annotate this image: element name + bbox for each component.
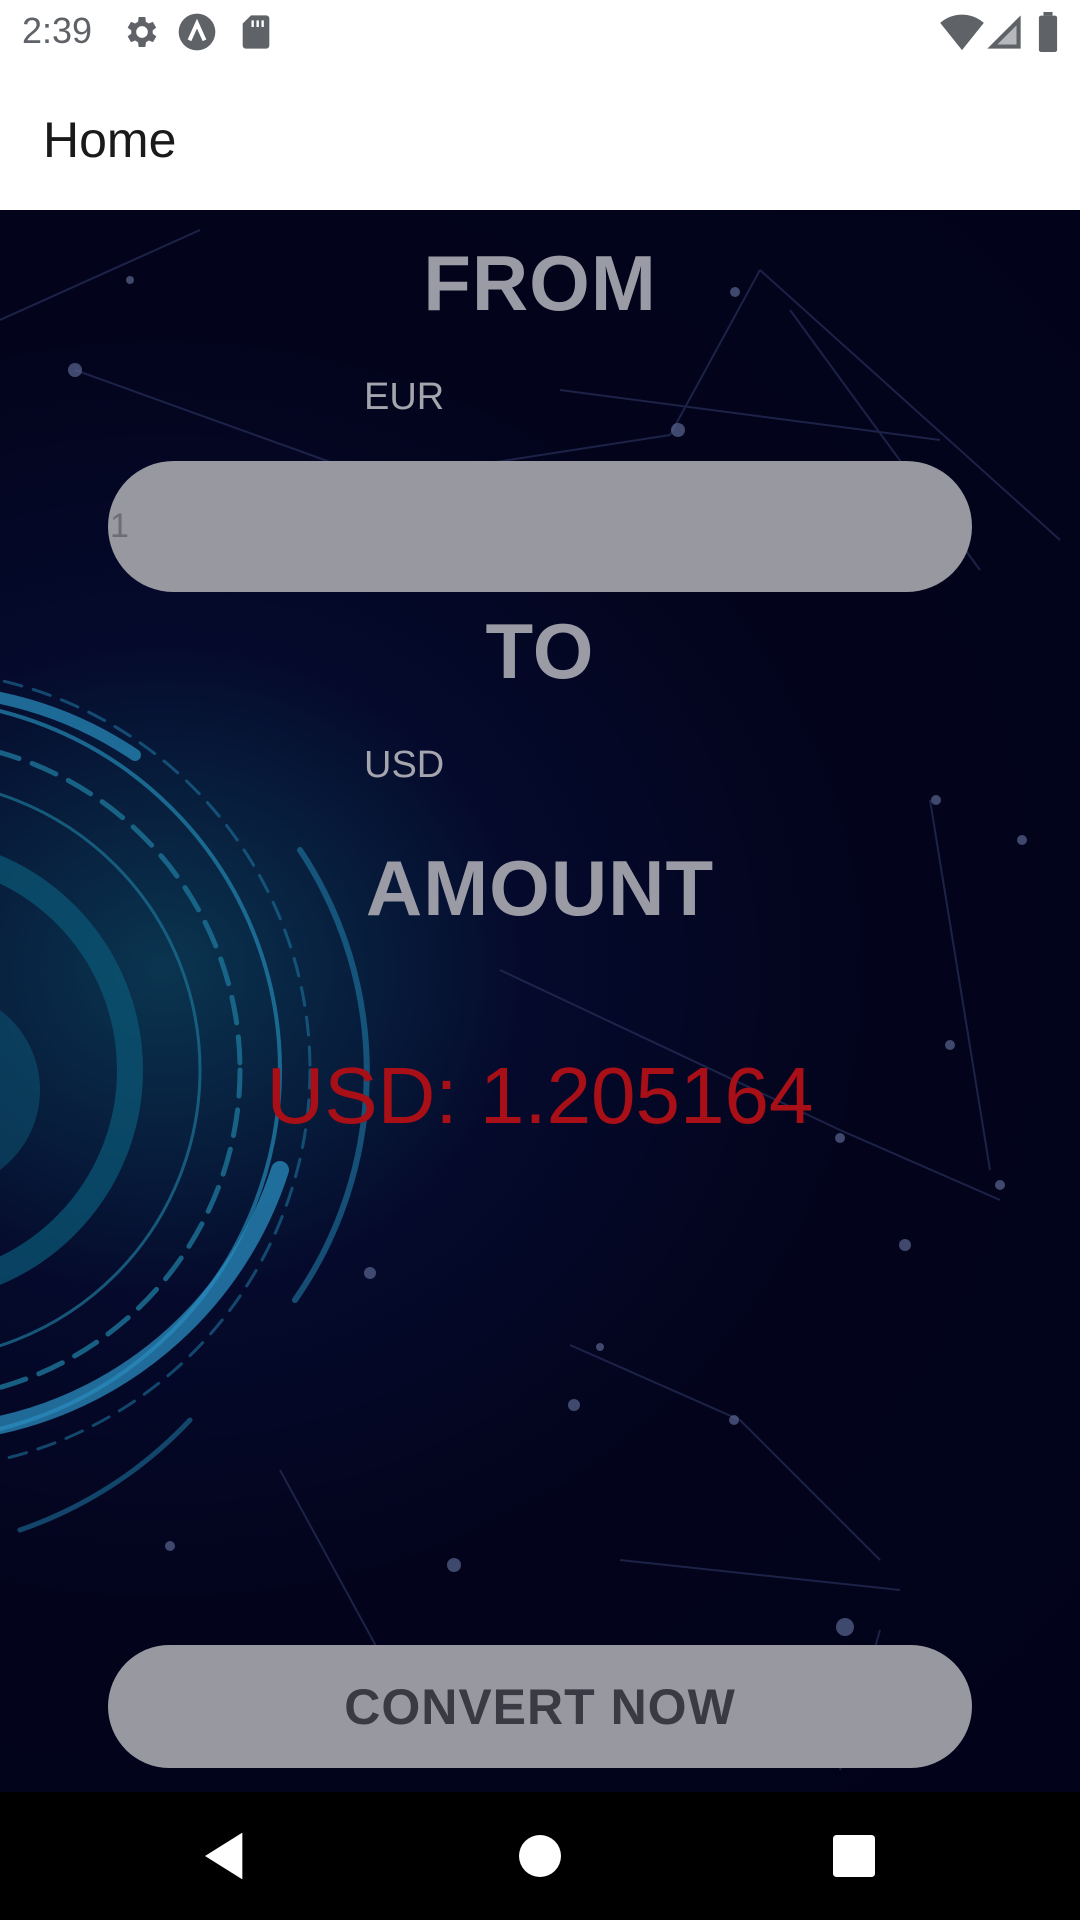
battery-icon (1036, 12, 1076, 52)
cellular-signal-icon (984, 12, 1024, 52)
conversion-result: USD: 1.205164 (266, 1051, 814, 1140)
app-a-icon (177, 12, 217, 52)
amount-heading: AMOUNT (365, 844, 715, 932)
home-icon[interactable] (512, 1828, 568, 1884)
wifi-icon (940, 12, 984, 52)
background-network-art (0, 229, 1061, 1771)
app-bar: Home (0, 63, 1080, 210)
status-bar: 2:39 (0, 0, 1080, 63)
page-title: Home (43, 112, 177, 168)
navigation-bar (0, 1792, 1080, 1920)
to-heading: TO (485, 607, 595, 695)
to-currency-select[interactable]: USD (364, 744, 444, 787)
gear-icon (122, 12, 162, 52)
from-heading: FROM (423, 239, 657, 327)
status-time: 2:39 (22, 10, 93, 51)
sd-card-icon (236, 12, 276, 52)
back-icon[interactable] (198, 1828, 254, 1884)
convert-now-button[interactable]: CONVERT NOW (108, 1645, 972, 1768)
converter-screen: FROM EUR TO USD AMOUNT USD: 1.205164 CON… (0, 210, 1080, 1792)
recents-icon[interactable] (826, 1828, 882, 1884)
amount-input[interactable] (108, 461, 972, 592)
from-currency-select[interactable]: EUR (364, 376, 444, 419)
